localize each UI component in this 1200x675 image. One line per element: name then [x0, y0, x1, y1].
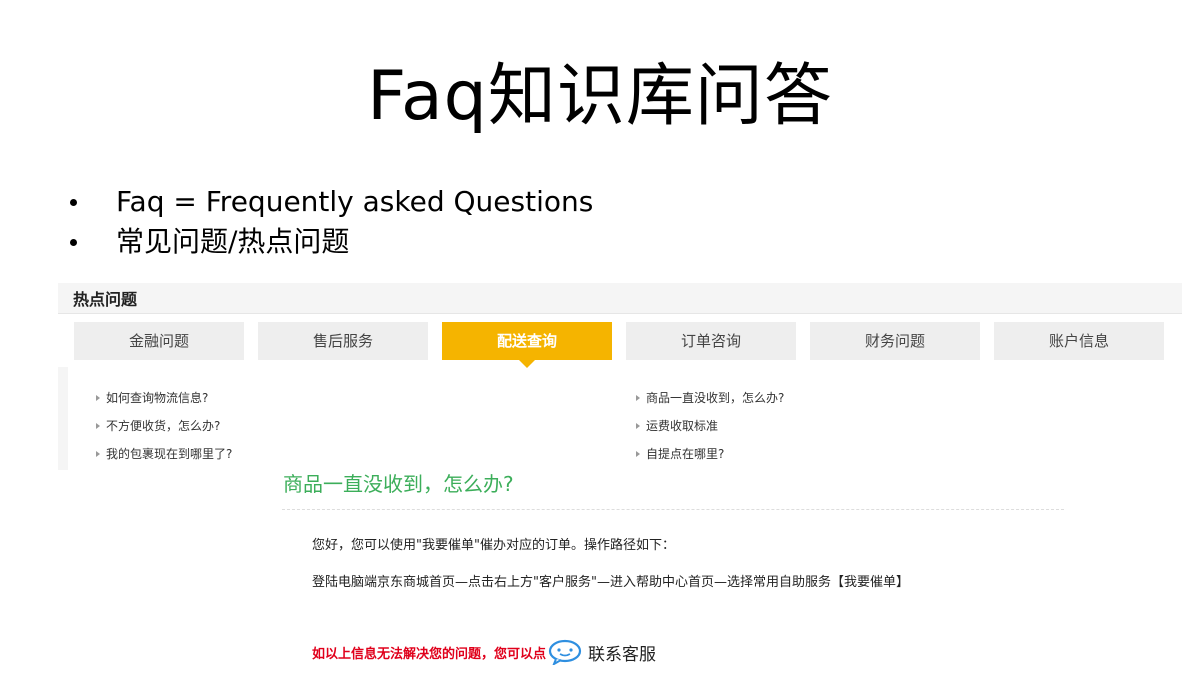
question-link[interactable]: 商品一直没收到，怎么办?	[634, 387, 784, 415]
bullet-dot-icon	[70, 199, 77, 206]
footer-note: 如以上信息无法解决您的问题，您可以点	[312, 646, 547, 662]
bullet-triangle-icon	[96, 451, 100, 457]
question-text: 自提点在哪里?	[646, 447, 725, 461]
bullet-text: Faq = Frequently asked Questions	[116, 185, 594, 218]
category-tabs: 金融问题 售后服务 配送查询 订单咨询 财务问题 账户信息	[74, 322, 1184, 368]
bullet-item: 常见问题/热点问题	[68, 222, 593, 262]
tab-after-sales[interactable]: 售后服务	[258, 322, 428, 360]
question-text: 运费收取标准	[646, 419, 719, 433]
question-text: 商品一直没收到，怎么办?	[646, 391, 785, 405]
question-text: 我的包裹现在到哪里了?	[106, 447, 233, 461]
bullet-text: 常见问题/热点问题	[116, 225, 350, 258]
question-link[interactable]: 自提点在哪里?	[634, 443, 784, 471]
question-list-right: 商品一直没收到，怎么办? 运费收取标准 自提点在哪里?	[634, 387, 784, 471]
question-link[interactable]: 如何查询物流信息?	[94, 387, 232, 415]
answer-footer: 如以上信息无法解决您的问题，您可以点 联系客服	[312, 637, 656, 667]
panel-edge	[58, 367, 68, 470]
hot-questions-title: 热点问题	[73, 290, 138, 309]
question-list-left: 如何查询物流信息? 不方便收货，怎么办? 我的包裹现在到哪里了?	[94, 387, 232, 471]
tab-account[interactable]: 账户信息	[994, 322, 1164, 360]
hot-questions-header: 热点问题	[58, 283, 1182, 314]
chat-bubble-icon[interactable]	[548, 639, 582, 665]
caret-down-icon	[519, 360, 535, 368]
answer-title: 商品一直没收到，怎么办?	[283, 472, 514, 496]
question-link[interactable]: 不方便收货，怎么办?	[94, 415, 232, 443]
bullet-triangle-icon	[636, 451, 640, 457]
answer-divider	[282, 509, 1064, 510]
question-link[interactable]: 运费收取标准	[634, 415, 784, 443]
question-text: 如何查询物流信息?	[106, 391, 209, 405]
bullet-triangle-icon	[636, 423, 640, 429]
tab-finance[interactable]: 金融问题	[74, 322, 244, 360]
contact-service-link[interactable]: 联系客服	[588, 640, 656, 665]
tab-delivery[interactable]: 配送查询	[442, 322, 612, 368]
hot-questions-panel: 热点问题 金融问题 售后服务 配送查询 订单咨询 财务问题 账户信息 如何查询物…	[58, 283, 1182, 470]
question-text: 不方便收货，怎么办?	[106, 419, 221, 433]
bullet-list: Faq = Frequently asked Questions 常见问题/热点…	[68, 182, 593, 262]
slide-title: Faq知识库问答	[367, 57, 833, 136]
tab-orders[interactable]: 订单咨询	[626, 322, 796, 360]
bullet-dot-icon	[70, 239, 77, 246]
bullet-item: Faq = Frequently asked Questions	[68, 182, 593, 222]
question-link[interactable]: 我的包裹现在到哪里了?	[94, 443, 232, 471]
answer-paragraph: 登陆电脑端京东商城首页—点击右上方"客户服务"—进入帮助中心首页—选择常用自助服…	[312, 575, 909, 590]
bullet-triangle-icon	[96, 395, 100, 401]
answer-paragraph: 您好，您可以使用"我要催单"催办对应的订单。操作路径如下：	[312, 538, 675, 553]
tab-delivery-label: 配送查询	[496, 332, 557, 350]
tab-finance-issues[interactable]: 财务问题	[810, 322, 980, 360]
bullet-triangle-icon	[636, 395, 640, 401]
bullet-triangle-icon	[96, 423, 100, 429]
